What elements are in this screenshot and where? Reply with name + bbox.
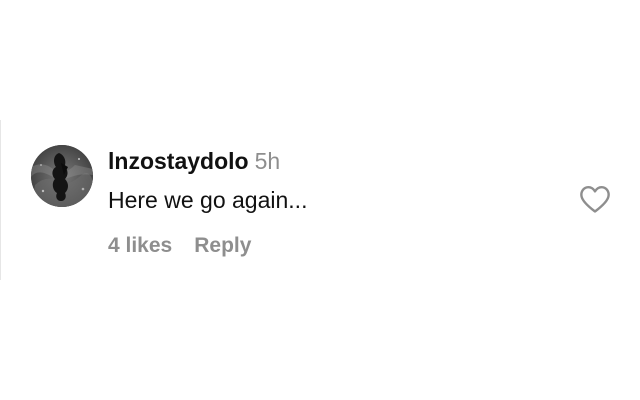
avatar[interactable]: [31, 145, 93, 207]
comment-item: lnzostaydolo 5h Here we go again... 4 lik…: [0, 0, 640, 400]
comment-page: lnzostaydolo 5h Here we go again... 4 lik…: [0, 0, 640, 400]
heart-outline-icon: [580, 186, 610, 213]
comment-timestamp[interactable]: 5h: [255, 148, 281, 174]
comment-text: Here we go again...: [108, 187, 308, 213]
avatar-image: [31, 145, 93, 207]
username-link[interactable]: lnzostaydolo: [108, 148, 249, 174]
likes-count-link[interactable]: 4 likes: [108, 234, 172, 257]
reply-button[interactable]: Reply: [194, 234, 251, 257]
comment-header: lnzostaydolo 5h: [108, 147, 280, 179]
like-button[interactable]: [579, 184, 611, 214]
comment-actions: 4 likes Reply: [108, 232, 251, 262]
